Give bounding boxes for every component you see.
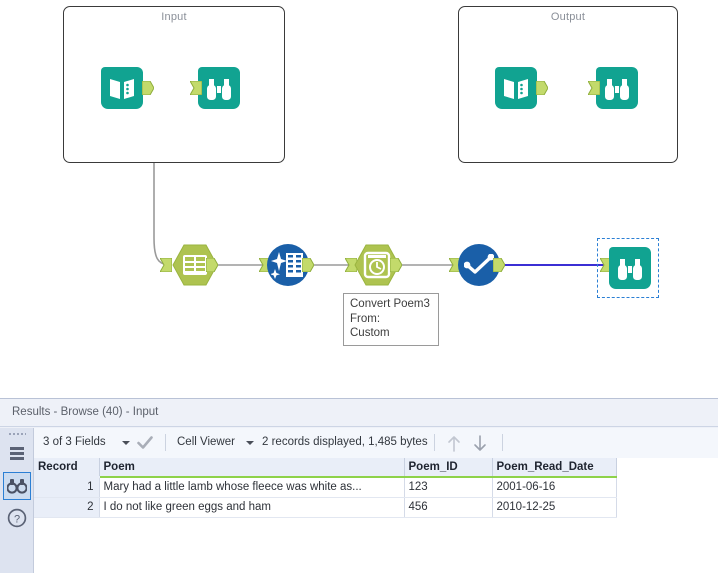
sparkle-grid-icon	[271, 252, 303, 279]
toolbar-separator	[434, 434, 435, 451]
records-displayed-label: 2 records displayed, 1,485 bytes	[262, 436, 428, 448]
cell-poem-id[interactable]: 456	[404, 497, 493, 518]
cell-record: 1	[34, 477, 100, 498]
output-container-title: Output	[550, 11, 586, 23]
help-icon: ?	[7, 508, 27, 528]
cell-poem-read-date[interactable]: 2010-12-25	[492, 497, 617, 518]
svg-text:?: ?	[14, 514, 20, 526]
binoculars-icon	[7, 479, 27, 494]
column-header-poem[interactable]: Poem	[99, 458, 405, 478]
rail-item-help[interactable]: ?	[3, 504, 31, 532]
results-table: Record Poem Poem_ID Poem_Read_Date 1 Mar…	[34, 458, 617, 518]
binoculars-icon	[605, 78, 629, 100]
arrow-up-icon[interactable]	[446, 435, 462, 452]
results-title: Results - Browse (40) - Input	[12, 406, 159, 418]
browse-tool-selected[interactable]	[609, 247, 651, 289]
results-grid[interactable]: Record Poem Poem_ID Poem_Read_Date 1 Mar…	[34, 458, 718, 573]
output-container[interactable]: Output	[458, 6, 678, 163]
output-anchor[interactable]	[390, 258, 402, 272]
output-anchor[interactable]	[142, 81, 154, 95]
column-header-poem-read-date[interactable]: Poem_Read_Date	[492, 458, 617, 478]
toolbar-separator	[502, 434, 503, 451]
cell-poem[interactable]: I do not like green eggs and ham	[99, 497, 405, 518]
alteryx-designer-window: Input Output Convert Poem3 From: Custom …	[0, 0, 718, 573]
rail-drag-handle[interactable]	[8, 432, 26, 437]
browse-tool-input[interactable]	[198, 67, 240, 109]
book-icon	[504, 78, 528, 99]
check-path-icon	[464, 254, 494, 274]
results-toolbar: 3 of 3 Fields Cell Viewer 2 records disp…	[34, 428, 718, 458]
fields-chevron-down-icon[interactable]	[122, 441, 130, 445]
table-row[interactable]: 2 I do not like green eggs and ham 456 2…	[34, 497, 617, 518]
book-icon	[110, 78, 134, 99]
binoculars-icon	[207, 78, 231, 100]
rail-item-browse[interactable]	[3, 472, 31, 500]
table-header-row: Record Poem Poem_ID Poem_Read_Date	[34, 458, 617, 478]
fields-selector-label[interactable]: 3 of 3 Fields	[43, 436, 106, 448]
output-anchor[interactable]	[536, 81, 548, 95]
column-header-record[interactable]: Record	[34, 458, 100, 478]
input-anchor[interactable]	[190, 81, 202, 95]
workflow-canvas[interactable]: Input Output Convert Poem3 From: Custom	[0, 0, 718, 398]
cell-poem[interactable]: Mary had a little lamb whose fleece was …	[99, 477, 405, 498]
layers-icon	[10, 447, 24, 460]
output-anchor[interactable]	[302, 258, 314, 272]
cell-poem-id[interactable]: 123	[404, 477, 493, 498]
input-container[interactable]: Input	[63, 6, 285, 163]
cell-viewer-chevron-down-icon[interactable]	[246, 441, 254, 445]
input-anchor[interactable]	[160, 258, 172, 272]
output-anchor[interactable]	[493, 258, 505, 272]
output-anchor[interactable]	[206, 258, 218, 272]
cell-poem-read-date[interactable]: 2001-06-16	[492, 477, 617, 498]
cell-viewer-label[interactable]: Cell Viewer	[177, 436, 235, 448]
results-rail: ?	[0, 428, 34, 573]
text-input-tool-input[interactable]	[101, 67, 143, 109]
rail-item-layers[interactable]	[3, 440, 31, 468]
input-container-title: Input	[161, 11, 187, 23]
datetime-annotation: Convert Poem3 From: Custom	[343, 293, 439, 346]
results-panel: Results - Browse (40) - Input ? 3 of 3 F…	[0, 398, 718, 573]
input-anchor[interactable]	[588, 81, 600, 95]
binoculars-icon	[618, 258, 642, 280]
text-input-tool-output[interactable]	[495, 67, 537, 109]
table-row[interactable]: 1 Mary had a little lamb whose fleece wa…	[34, 477, 617, 498]
toolbar-separator	[165, 434, 166, 451]
browse-tool-output[interactable]	[596, 67, 638, 109]
arrow-down-icon[interactable]	[472, 435, 488, 452]
results-titlebar[interactable]: Results - Browse (40) - Input	[0, 399, 718, 427]
column-header-poem-id[interactable]: Poem_ID	[404, 458, 493, 478]
cell-record: 2	[34, 497, 100, 518]
checkmark-icon[interactable]	[137, 436, 153, 450]
